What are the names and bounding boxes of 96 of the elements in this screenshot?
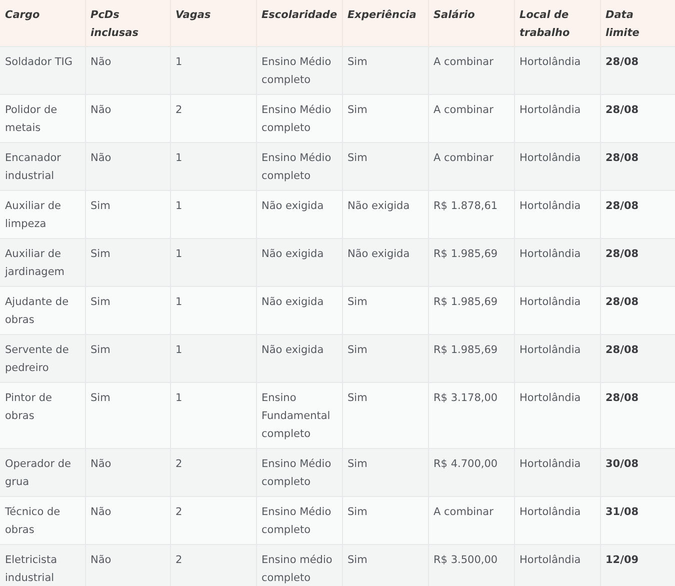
table-cell: Ensino Fundamental completo xyxy=(256,382,342,448)
column-header: Escolaridade xyxy=(256,0,342,46)
table-cell: 1 xyxy=(170,190,256,238)
table-cell: Técnico de obras xyxy=(0,496,85,544)
table-cell: Não exigida xyxy=(256,238,342,286)
table-cell: 2 xyxy=(170,94,256,142)
table-cell: Auxiliar de jardinagem xyxy=(0,238,85,286)
column-header: Local de trabalho xyxy=(514,0,600,46)
table-cell: Sim xyxy=(342,46,428,94)
table-cell: 30/08 xyxy=(600,448,675,496)
column-header: Vagas xyxy=(170,0,256,46)
table-cell: R$ 3.178,00 xyxy=(428,382,514,448)
table-cell: 1 xyxy=(170,46,256,94)
table-cell: Hortolândia xyxy=(514,94,600,142)
table-cell: Encanador industrial xyxy=(0,142,85,190)
table-cell: Hortolândia xyxy=(514,448,600,496)
table-cell: R$ 1.985,69 xyxy=(428,286,514,334)
table-cell: Sim xyxy=(85,190,170,238)
table-cell: 31/08 xyxy=(600,496,675,544)
table-cell: Soldador TIG xyxy=(0,46,85,94)
table-cell: Não xyxy=(85,94,170,142)
column-header: PcDs inclusas xyxy=(85,0,170,46)
table-cell: Eletricista industrial xyxy=(0,544,85,586)
table-cell: 1 xyxy=(170,334,256,382)
table-cell: A combinar xyxy=(428,496,514,544)
table-cell: Não exigida xyxy=(256,334,342,382)
table-cell: Sim xyxy=(342,286,428,334)
table-cell: Não exigida xyxy=(342,190,428,238)
table-cell: Sim xyxy=(85,382,170,448)
table-cell: 28/08 xyxy=(600,46,675,94)
table-cell: Sim xyxy=(342,544,428,586)
table-cell: R$ 1.985,69 xyxy=(428,238,514,286)
table-cell: Hortolândia xyxy=(514,382,600,448)
table-cell: Ensino Médio completo xyxy=(256,496,342,544)
column-header: Salário xyxy=(428,0,514,46)
table-cell: Não exigida xyxy=(256,190,342,238)
table-cell: Hortolândia xyxy=(514,544,600,586)
table-cell: Não exigida xyxy=(256,286,342,334)
table-cell: Sim xyxy=(342,496,428,544)
table-cell: Sim xyxy=(342,448,428,496)
table-cell: R$ 4.700,00 xyxy=(428,448,514,496)
table-cell: Hortolândia xyxy=(514,190,600,238)
table-cell: Sim xyxy=(342,334,428,382)
table-cell: 28/08 xyxy=(600,286,675,334)
table-cell: Sim xyxy=(85,286,170,334)
table-cell: 28/08 xyxy=(600,334,675,382)
table-cell: 1 xyxy=(170,286,256,334)
table-cell: Sim xyxy=(85,238,170,286)
table-cell: 2 xyxy=(170,448,256,496)
column-header: Experiência xyxy=(342,0,428,46)
table-cell: A combinar xyxy=(428,94,514,142)
table-cell: 12/09 xyxy=(600,544,675,586)
table-cell: Pintor de obras xyxy=(0,382,85,448)
table-cell: Não xyxy=(85,142,170,190)
table-cell: Operador de grua xyxy=(0,448,85,496)
table-cell: Não xyxy=(85,448,170,496)
table-cell: Hortolândia xyxy=(514,46,600,94)
table-cell: Ajudante de obras xyxy=(0,286,85,334)
table-cell: Ensino médio completo xyxy=(256,544,342,586)
table-cell: 28/08 xyxy=(600,94,675,142)
table-cell: 2 xyxy=(170,496,256,544)
table-cell: Hortolândia xyxy=(514,286,600,334)
table-cell: 1 xyxy=(170,238,256,286)
table-cell: R$ 1.878,61 xyxy=(428,190,514,238)
table-cell: Sim xyxy=(342,142,428,190)
column-header: Data limite xyxy=(600,0,675,46)
table-cell: A combinar xyxy=(428,46,514,94)
table-cell: A combinar xyxy=(428,142,514,190)
table-cell: Hortolândia xyxy=(514,496,600,544)
table-cell: Hortolândia xyxy=(514,142,600,190)
column-header: Cargo xyxy=(0,0,85,46)
table-cell: Ensino Médio completo xyxy=(256,94,342,142)
table-cell: Auxiliar de limpeza xyxy=(0,190,85,238)
table-cell: 2 xyxy=(170,544,256,586)
table-cell: 28/08 xyxy=(600,382,675,448)
table-cell: Não xyxy=(85,544,170,586)
table-cell: Hortolândia xyxy=(514,238,600,286)
table-cell: Não xyxy=(85,496,170,544)
table-cell: Ensino Médio completo xyxy=(256,46,342,94)
table-cell: 28/08 xyxy=(600,238,675,286)
table-cell: Sim xyxy=(342,382,428,448)
table-cell: R$ 3.500,00 xyxy=(428,544,514,586)
table-cell: Não exigida xyxy=(342,238,428,286)
table-cell: Hortolândia xyxy=(514,334,600,382)
table-cell: Polidor de metais xyxy=(0,94,85,142)
table-cell: Não xyxy=(85,46,170,94)
table-cell: 1 xyxy=(170,382,256,448)
table-cell: Ensino Médio completo xyxy=(256,142,342,190)
table-cell: 28/08 xyxy=(600,190,675,238)
table-cell: Sim xyxy=(342,94,428,142)
table-cell: 28/08 xyxy=(600,142,675,190)
table-cell: Ensino Médio completo xyxy=(256,448,342,496)
table-cell: Sim xyxy=(85,334,170,382)
table-cell: R$ 1.985,69 xyxy=(428,334,514,382)
table-cell: Servente de pedreiro xyxy=(0,334,85,382)
table-cell: 1 xyxy=(170,142,256,190)
